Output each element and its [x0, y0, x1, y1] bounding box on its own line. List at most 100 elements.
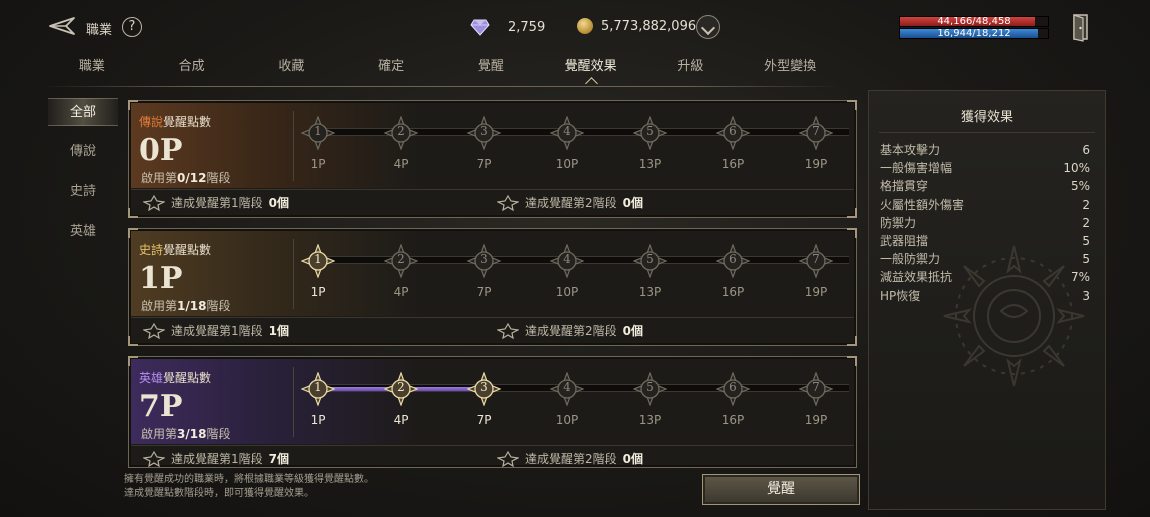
top-bar: 職業 ? 2,759 5,773,882,096 44,166/48,458 1…	[0, 0, 1150, 55]
awaken-node[interactable]: 1	[301, 116, 335, 150]
awaken-node[interactable]: 2	[384, 372, 418, 406]
node-cost: 13P	[638, 285, 662, 299]
effect-value: 10%	[1063, 161, 1090, 176]
awaken-node[interactable]: 7	[799, 244, 833, 278]
note-line-1: 擁有覺醒成功的職業時，將根據職業等級獲得覺醒點數。	[124, 474, 374, 485]
stage-suffix: 階段	[206, 171, 231, 185]
effect-name: 火屬性額外傷害	[880, 197, 965, 212]
node-number: 4	[563, 380, 571, 394]
back-arrow-icon[interactable]	[48, 15, 76, 37]
gem-icon	[470, 19, 490, 36]
reward-label: 達成覺醒第2階段	[525, 196, 617, 210]
awaken-node[interactable]: 2	[384, 116, 418, 150]
node-number: 2	[397, 380, 405, 394]
info-note: 擁有覺醒成功的職業時，將根據職業等級獲得覺醒點數。 達成覺醒點數階段時，即可獲得…	[124, 473, 374, 501]
effect-row: 減益效果抵抗 7%	[880, 268, 1090, 286]
node-cost: 7P	[476, 157, 492, 171]
filter-all[interactable]: 全部	[48, 98, 118, 126]
filter-epic[interactable]: 史詩	[48, 178, 118, 218]
crest-icon	[143, 450, 165, 467]
reward-label: 達成覺醒第1階段	[171, 324, 263, 338]
awaken-node[interactable]: 4	[550, 372, 584, 406]
effect-name: 基本攻擊力	[880, 143, 941, 157]
node-number: 1	[314, 124, 322, 138]
node-number: 1	[314, 380, 322, 394]
node-number: 5	[646, 252, 654, 266]
awaken-node[interactable]: 2	[384, 244, 418, 278]
node-cost: 19P	[804, 413, 828, 427]
awaken-node[interactable]: 3	[467, 372, 501, 406]
awaken-node[interactable]: 5	[633, 116, 667, 150]
tab-upgrade[interactable]: 升級	[641, 57, 741, 87]
gold-counter: 5,773,882,096	[577, 18, 696, 34]
awaken-node[interactable]: 1	[301, 244, 335, 278]
grade-name: 英雄	[139, 371, 164, 385]
filter-legend[interactable]: 傳說	[48, 138, 118, 178]
points-label: 覺醒點數	[163, 243, 212, 257]
effect-row: HP恢復 3	[880, 287, 1090, 305]
node-number: 7	[812, 380, 820, 394]
panel-title: 傳說覺醒點數	[139, 113, 211, 130]
reward-stage-1: 達成覺醒第1階段 7個	[143, 450, 289, 467]
awaken-node[interactable]: 7	[799, 116, 833, 150]
stage-prefix: 啟用第	[141, 299, 178, 313]
points-unit: P	[159, 261, 183, 296]
points-label: 覺醒點數	[163, 371, 212, 385]
currency-dropdown-button[interactable]	[696, 15, 720, 39]
awaken-track: 1 1P 2 4P 3 7P 4 10P 5 13P 6 16P 7 19P	[301, 244, 849, 304]
awaken-node[interactable]: 4	[550, 244, 584, 278]
stage-prefix: 啟用第	[141, 427, 178, 441]
hero-awaken-panel: 英雄覺醒點數 7P 啟用第3/18階段 1 1P 2 4P 3 7P 4 10P 5 13P 6 16…	[128, 356, 857, 468]
awaken-node[interactable]: 6	[716, 372, 750, 406]
tab-bar: 職業 合成 收藏 確定 覺醒 覺醒效果 升級 外型變換	[42, 57, 840, 87]
points-label: 覺醒點數	[163, 115, 212, 129]
awaken-node[interactable]: 1	[301, 372, 335, 406]
node-cost: 4P	[393, 413, 409, 427]
awaken-node[interactable]: 7	[799, 372, 833, 406]
awaken-node[interactable]: 5	[633, 244, 667, 278]
awaken-node[interactable]: 4	[550, 116, 584, 150]
exit-door-icon[interactable]	[1069, 12, 1091, 42]
awaken-node[interactable]: 3	[467, 244, 501, 278]
reward-label: 達成覺醒第1階段	[171, 196, 263, 210]
awaken-node[interactable]: 6	[716, 116, 750, 150]
stage-prefix: 啟用第	[141, 171, 178, 185]
effect-name: 一般傷害增幅	[880, 161, 953, 176]
tab-class[interactable]: 職業	[42, 57, 142, 87]
hp-mp-bars: 44,166/48,458 16,944/18,212	[899, 16, 1049, 40]
node-cost: 13P	[638, 157, 662, 171]
effect-row: 一般傷害增幅 10%	[880, 159, 1090, 177]
tab-awaken[interactable]: 覺醒	[441, 57, 541, 87]
node-number: 5	[646, 380, 654, 394]
effect-list: 基本攻擊力 6 一般傷害增幅 10% 格擋貫穿 5% 火屬性額外傷害 2 防禦力 2 武器…	[880, 141, 1090, 305]
node-cost: 13P	[638, 413, 662, 427]
filter-hero[interactable]: 英雄	[48, 218, 118, 258]
tab-awaken-effect[interactable]: 覺醒效果	[541, 57, 641, 87]
tab-confirm[interactable]: 確定	[341, 57, 441, 87]
tab-appearance[interactable]: 外型變換	[740, 57, 840, 87]
grade-name: 史詩	[139, 243, 164, 257]
node-number: 3	[480, 252, 488, 266]
hp-text: 44,166/48,458	[937, 16, 1011, 27]
awaken-node[interactable]: 5	[633, 372, 667, 406]
node-cost: 10P	[555, 413, 579, 427]
help-icon[interactable]: ?	[122, 17, 142, 37]
grade-name: 傳說	[139, 115, 164, 129]
awaken-node[interactable]: 3	[467, 116, 501, 150]
effect-value: 5	[1082, 252, 1090, 267]
epic-awaken-panel: 史詩覺醒點數 1P 啟用第1/18階段 1 1P 2 4P 3 7P 4 10P 5 13P 6 16…	[128, 228, 857, 346]
awaken-track: 1 1P 2 4P 3 7P 4 10P 5 13P 6 16P 7 19P	[301, 116, 849, 176]
tab-collection[interactable]: 收藏	[242, 57, 342, 87]
tab-synthesis[interactable]: 合成	[142, 57, 242, 87]
node-number: 3	[480, 380, 488, 394]
effect-name: 一般防禦力	[880, 252, 941, 267]
node-cost: 16P	[721, 285, 745, 299]
reward-stage-2: 達成覺醒第2階段 0個	[497, 450, 643, 467]
awaken-node[interactable]: 6	[716, 244, 750, 278]
points-value: 1	[139, 261, 160, 296]
points-value: 7	[139, 389, 160, 424]
reward-count: 0個	[622, 196, 643, 210]
awaken-button[interactable]: 覺醒	[702, 474, 860, 505]
node-cost: 7P	[476, 413, 492, 427]
gold-coin-icon	[577, 18, 593, 34]
